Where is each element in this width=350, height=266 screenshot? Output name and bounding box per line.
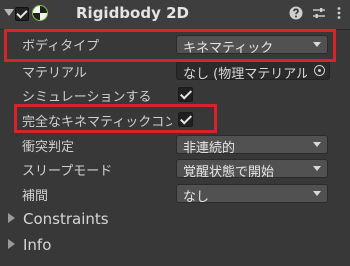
simulated-label: シミュレーションする	[22, 90, 152, 105]
dropdown-arrow-icon	[313, 166, 321, 171]
material-object-field[interactable]: なし (物理マテリアル	[176, 61, 330, 82]
foldout-arrow-icon[interactable]	[4, 9, 14, 16]
full-kinematic-contacts-checkbox[interactable]	[178, 112, 193, 127]
rigidbody-2d-icon	[32, 5, 48, 21]
material-value: なし (物理マテリアル	[183, 67, 307, 82]
collision-detection-dropdown[interactable]: 非連続的	[176, 135, 328, 156]
dropdown-arrow-icon	[313, 191, 321, 196]
material-label: マテリアル	[22, 66, 87, 81]
interpolate-value: なし	[183, 190, 210, 205]
foldout-arrow-icon	[8, 239, 15, 249]
sleep-mode-label: スリープモード	[22, 164, 113, 179]
simulated-checkbox[interactable]	[178, 87, 193, 102]
help-icon[interactable]	[288, 5, 304, 21]
foldout-arrow-icon	[8, 213, 15, 223]
object-picker-icon[interactable]	[314, 65, 325, 76]
body-type-label: ボディタイプ	[22, 39, 100, 54]
constraints-label: Constraints	[23, 210, 109, 228]
component-title: Rigidbody 2D	[76, 4, 189, 22]
dropdown-arrow-icon	[313, 42, 321, 47]
info-foldout[interactable]: Info	[8, 236, 51, 254]
sleep-mode-dropdown[interactable]: 覚醒状態で開始	[176, 159, 328, 180]
full-kinematic-contacts-label: 完全なキネマティックコンタ	[22, 115, 172, 130]
component-enabled-checkbox[interactable]	[15, 7, 29, 21]
collision-detection-label: 衝突判定	[22, 140, 75, 155]
body-type-value: キネマティック	[183, 41, 274, 56]
more-options-kebab-icon[interactable]	[331, 5, 347, 21]
body-type-dropdown[interactable]: キネマティック	[176, 35, 328, 56]
component-header: Rigidbody 2D	[0, 0, 350, 30]
presets-sliders-icon[interactable]	[311, 5, 327, 21]
collision-detection-value: 非連続的	[183, 141, 236, 156]
sleep-mode-value: 覚醒状態で開始	[183, 165, 275, 180]
constraints-foldout[interactable]: Constraints	[8, 210, 109, 228]
info-label: Info	[23, 236, 52, 254]
interpolate-dropdown[interactable]: なし	[176, 184, 328, 205]
dropdown-arrow-icon	[313, 142, 321, 147]
interpolate-label: 補間	[22, 189, 49, 204]
